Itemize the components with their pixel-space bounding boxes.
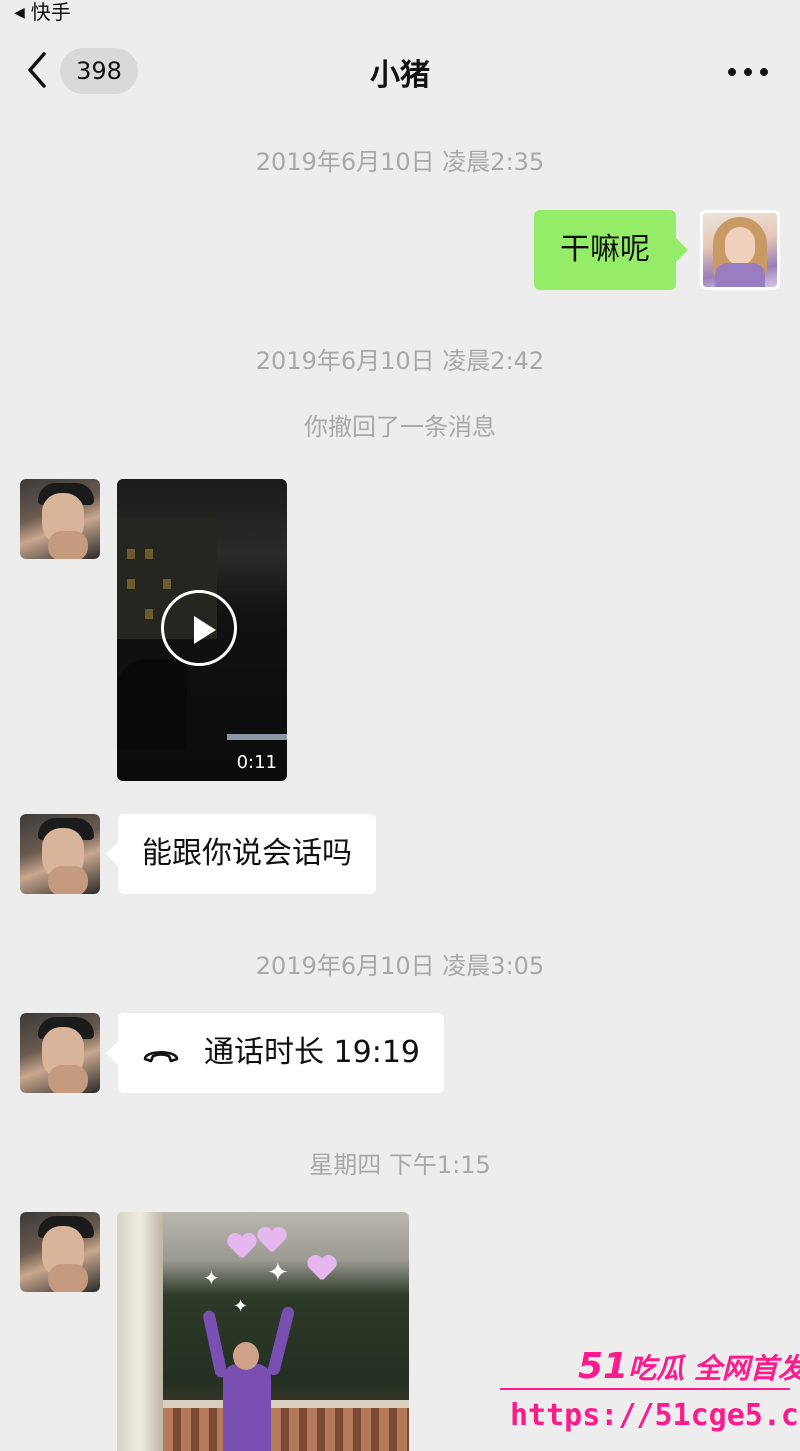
recalled-message-notice: 你撤回了一条消息 — [304, 413, 496, 441]
sparkle-icon: ✦ — [233, 1296, 249, 1317]
message-timestamp: 2019年6月10日 凌晨2:35 — [255, 148, 545, 176]
heart-sticker-icon — [307, 1256, 335, 1282]
contact-avatar[interactable] — [20, 814, 100, 894]
watermark-brand: 吃瓜 全网首发 — [628, 1352, 800, 1385]
heart-sticker-icon — [257, 1228, 285, 1254]
video-duration: 0:11 — [236, 752, 277, 773]
message-timestamp: 星期四 下午1:15 — [309, 1151, 491, 1179]
watermark-rule — [500, 1388, 790, 1390]
video-message[interactable]: 0:11 — [117, 479, 287, 781]
more-options-button[interactable] — [722, 56, 774, 86]
call-duration-text: 通话时长 19:19 — [204, 1035, 420, 1070]
person-figure — [202, 1305, 296, 1451]
outgoing-message-bubble[interactable]: 干嘛呢 — [534, 210, 688, 290]
return-app-label: 快手 — [30, 0, 71, 24]
contact-avatar[interactable] — [20, 1212, 100, 1292]
message-timestamp: 2019年6月10日 凌晨3:05 — [255, 952, 545, 980]
watermark-number: 51 — [578, 1346, 629, 1387]
play-icon[interactable] — [161, 590, 237, 666]
status-bar: ◀ 快手 — [0, 0, 800, 26]
watermark-url: https://51cge5.com — [510, 1398, 800, 1433]
image-message[interactable]: ✦ ✦ ✦ — [117, 1212, 409, 1451]
self-avatar[interactable] — [700, 210, 780, 290]
contact-avatar[interactable] — [20, 1013, 100, 1093]
back-triangle-icon: ◀ — [14, 5, 25, 21]
return-to-app-link[interactable]: ◀ 快手 — [14, 0, 71, 25]
contact-avatar[interactable] — [20, 479, 100, 559]
phone-hangup-icon — [143, 1050, 179, 1063]
call-record-bubble[interactable]: 通话时长 19:19 — [106, 1013, 444, 1093]
chat-header: 398 小猪 — [0, 26, 800, 114]
sparkle-icon: ✦ — [203, 1266, 220, 1290]
message-timestamp: 2019年6月10日 凌晨2:42 — [255, 347, 545, 375]
incoming-message-bubble[interactable]: 能跟你说会话吗 — [106, 814, 376, 894]
heart-sticker-icon — [227, 1234, 255, 1260]
sparkle-icon: ✦ — [267, 1258, 289, 1288]
chat-title: 小猪 — [370, 58, 430, 93]
watermark: 51吃瓜 全网首发 https://51cge5.com — [500, 1340, 800, 1451]
